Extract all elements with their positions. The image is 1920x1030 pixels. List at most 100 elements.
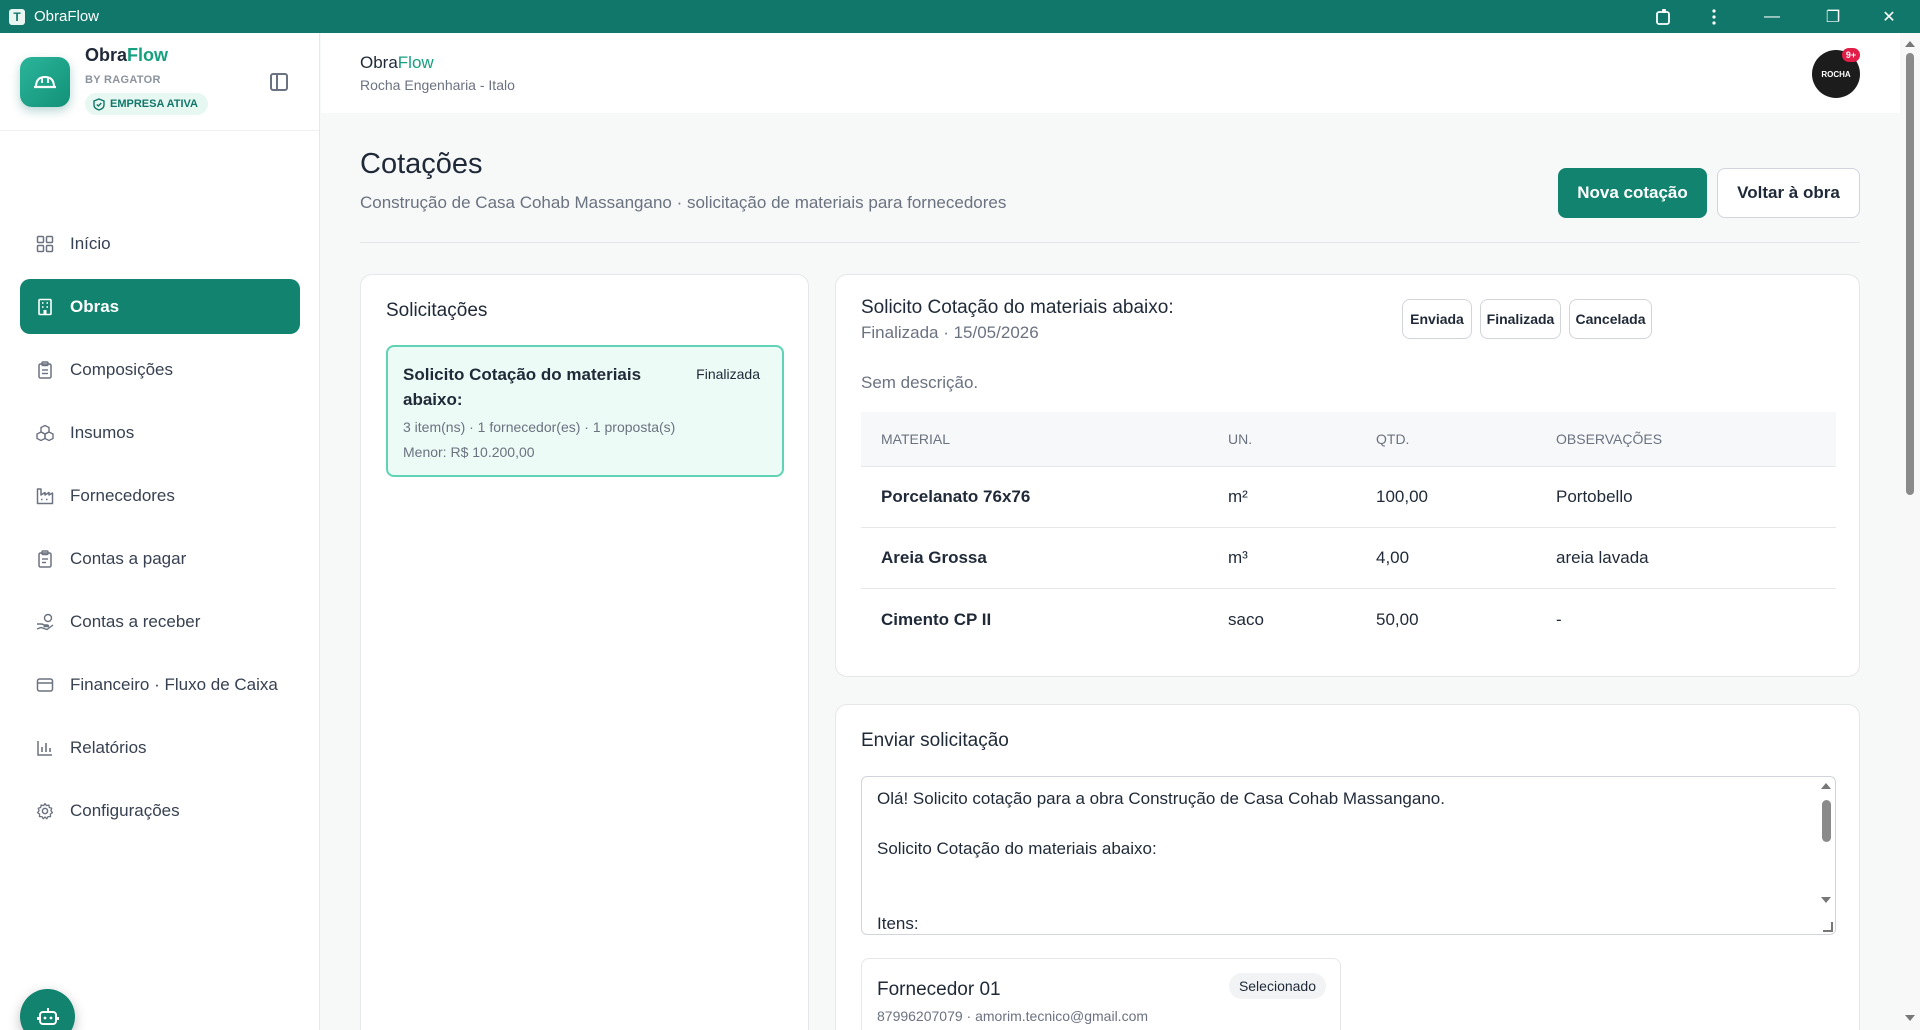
cell-material: Areia Grossa xyxy=(881,548,987,567)
scroll-down-icon[interactable] xyxy=(1905,1015,1915,1021)
sidebar-item-fornecedores[interactable]: Fornecedores xyxy=(20,468,300,523)
sidebar-item-label: Contas a pagar xyxy=(70,548,187,568)
clipboard-icon xyxy=(36,360,54,379)
cell-quantity: 4,00 xyxy=(1376,548,1410,567)
sidebar-item-label: Fornecedores xyxy=(70,485,175,505)
dashboard-icon xyxy=(36,235,54,253)
sidebar-item-inicio[interactable]: Início xyxy=(20,216,300,271)
resize-handle-icon[interactable] xyxy=(1823,922,1833,932)
sidebar-item-contas-a-pagar[interactable]: Contas a pagar xyxy=(20,531,300,586)
brand-name: ObraFlow xyxy=(85,45,169,65)
sidebar-item-composicoes[interactable]: Composições xyxy=(20,342,300,397)
sidebar-item-label: Insumos xyxy=(70,422,135,442)
hand-coins-icon xyxy=(36,613,54,631)
message-line: Solicito Cotação do materiais abaixo: xyxy=(877,839,1157,858)
request-detail-panel: Solicito Cotação do materiais abaixo: Fi… xyxy=(835,274,1860,677)
sidebar-item-label: Composições xyxy=(70,359,173,379)
requests-panel: Solicitações Solicito Cotação do materia… xyxy=(360,274,809,1030)
window-title: ObraFlow xyxy=(34,8,100,25)
sidebar-item-label: Obras xyxy=(70,296,120,316)
page-title: Cotações xyxy=(360,148,483,180)
detail-title: Solicito Cotação do materiais abaixo: xyxy=(861,297,1174,318)
detail-meta: Finalizada · 15/05/2026 xyxy=(861,323,1039,342)
supplier-selected-badge: Selecionado xyxy=(1228,973,1326,999)
scroll-up-icon[interactable] xyxy=(1821,783,1831,789)
request-status: Finalizada xyxy=(696,366,760,382)
table-row: Porcelanato 76x76 m² 100,00 Portobello xyxy=(861,467,1836,528)
bar-chart-icon xyxy=(36,739,54,757)
scroll-thumb[interactable] xyxy=(1822,800,1831,842)
status-enviada-button[interactable]: Enviada xyxy=(1402,299,1472,339)
scroll-thumb[interactable] xyxy=(1906,53,1914,495)
company-name: Rocha Engenharia - Italo xyxy=(360,77,515,93)
company-status-badge: EMPRESA ATIVA xyxy=(85,93,209,115)
wallet-icon xyxy=(36,676,54,694)
window-titlebar: T ObraFlow — ❐ ✕ xyxy=(0,0,1920,33)
sidebar-item-label: Financeiro · Fluxo de Caixa xyxy=(70,674,278,694)
message-line: Itens: xyxy=(877,914,919,933)
more-options-icon[interactable] xyxy=(1691,0,1737,33)
cell-material: Porcelanato 76x76 xyxy=(881,487,1031,506)
table-header: MATERIAL UN. QTD. OBSERVAÇÕES xyxy=(861,412,1836,467)
sidebar-nav: Início Obras Composições Insumos Fornece… xyxy=(20,216,300,846)
sidebar-item-contas-a-receber[interactable]: Contas a receber xyxy=(20,594,300,649)
request-meta: 3 item(ns) · 1 fornecedor(es) · 1 propos… xyxy=(403,419,676,435)
assistant-bot-button[interactable] xyxy=(20,989,75,1030)
sidebar-item-insumos[interactable]: Insumos xyxy=(20,405,300,460)
textarea-scrollbar[interactable] xyxy=(1818,777,1835,934)
column-header-unit: UN. xyxy=(1228,431,1253,447)
message-textarea[interactable]: Olá! Solicito cotação para a obra Constr… xyxy=(861,776,1836,935)
shield-check-icon xyxy=(93,97,105,111)
sidebar-item-configuracoes[interactable]: Configurações xyxy=(20,783,300,838)
message-line: Olá! Solicito cotação para a obra Constr… xyxy=(877,789,1445,808)
close-button[interactable]: ✕ xyxy=(1866,0,1912,33)
brand-subtitle: BY RAGATOR xyxy=(85,74,161,86)
scroll-down-icon[interactable] xyxy=(1821,897,1831,903)
supplier-contact: 87996207079 · amorim.tecnico@gmail.com xyxy=(877,1008,1149,1024)
cell-notes: Portobello xyxy=(1556,487,1633,506)
sidebar-item-financeiro[interactable]: Financeiro · Fluxo de Caixa xyxy=(20,657,300,712)
materials-table: MATERIAL UN. QTD. OBSERVAÇÕES Porcelanat… xyxy=(861,412,1836,650)
status-cancelada-button[interactable]: Cancelada xyxy=(1569,299,1652,339)
cell-unit: m³ xyxy=(1228,548,1248,567)
supplier-name: Fornecedor 01 xyxy=(877,979,1001,1000)
collapse-sidebar-icon[interactable] xyxy=(270,73,288,91)
sidebar-item-relatorios[interactable]: Relatórios xyxy=(20,720,300,775)
extensions-icon[interactable] xyxy=(1641,0,1687,33)
sidebar-item-obras[interactable]: Obras xyxy=(20,279,300,334)
sidebar-item-label: Início xyxy=(70,233,111,253)
cell-unit: m² xyxy=(1228,487,1248,506)
cell-material: Cimento CP II xyxy=(881,609,992,629)
sidebar: ObraFlow BY RAGATOR EMPRESA ATIVA Início… xyxy=(0,33,320,1030)
cell-notes: areia lavada xyxy=(1556,548,1649,567)
request-list-item[interactable]: Solicito Cotação do materiais abaixo: Fi… xyxy=(386,345,784,477)
request-title: Solicito Cotação do materiais abaixo: xyxy=(403,365,642,409)
app-icon: T xyxy=(9,8,25,25)
minimize-button[interactable]: — xyxy=(1749,0,1795,33)
maximize-button[interactable]: ❐ xyxy=(1810,0,1856,33)
cell-quantity: 100,00 xyxy=(1376,487,1428,506)
page-scrollbar[interactable] xyxy=(1900,33,1920,1030)
status-finalizada-button[interactable]: Finalizada xyxy=(1480,299,1561,339)
receipt-icon xyxy=(36,549,54,568)
cell-unit: saco xyxy=(1228,609,1264,629)
request-min-price: Menor: R$ 10.200,00 xyxy=(403,444,535,460)
scroll-up-icon[interactable] xyxy=(1905,41,1915,47)
factory-icon xyxy=(36,487,54,505)
cell-notes: - xyxy=(1556,609,1562,629)
supplier-card[interactable]: Fornecedor 01 87996207079 · amorim.tecni… xyxy=(861,958,1341,1030)
requests-title: Solicitações xyxy=(386,300,488,321)
divider xyxy=(360,242,1860,243)
main-content: Cotações Construção de Casa Cohab Massan… xyxy=(321,113,1900,1030)
sidebar-item-label: Contas a receber xyxy=(70,611,201,631)
back-to-project-button[interactable]: Voltar à obra xyxy=(1717,168,1860,218)
new-quote-button[interactable]: Nova cotação xyxy=(1558,168,1707,218)
column-header-notes: OBSERVAÇÕES xyxy=(1556,431,1663,447)
top-header: ObraFlow Rocha Engenharia - Italo ROCHA … xyxy=(321,33,1900,113)
cell-quantity: 50,00 xyxy=(1376,609,1419,629)
sidebar-brand: ObraFlow BY RAGATOR EMPRESA ATIVA xyxy=(0,33,319,131)
gear-icon xyxy=(36,802,54,820)
sidebar-item-label: Configurações xyxy=(70,800,180,820)
building-icon xyxy=(36,298,54,316)
table-row: Areia Grossa m³ 4,00 areia lavada xyxy=(861,528,1836,589)
